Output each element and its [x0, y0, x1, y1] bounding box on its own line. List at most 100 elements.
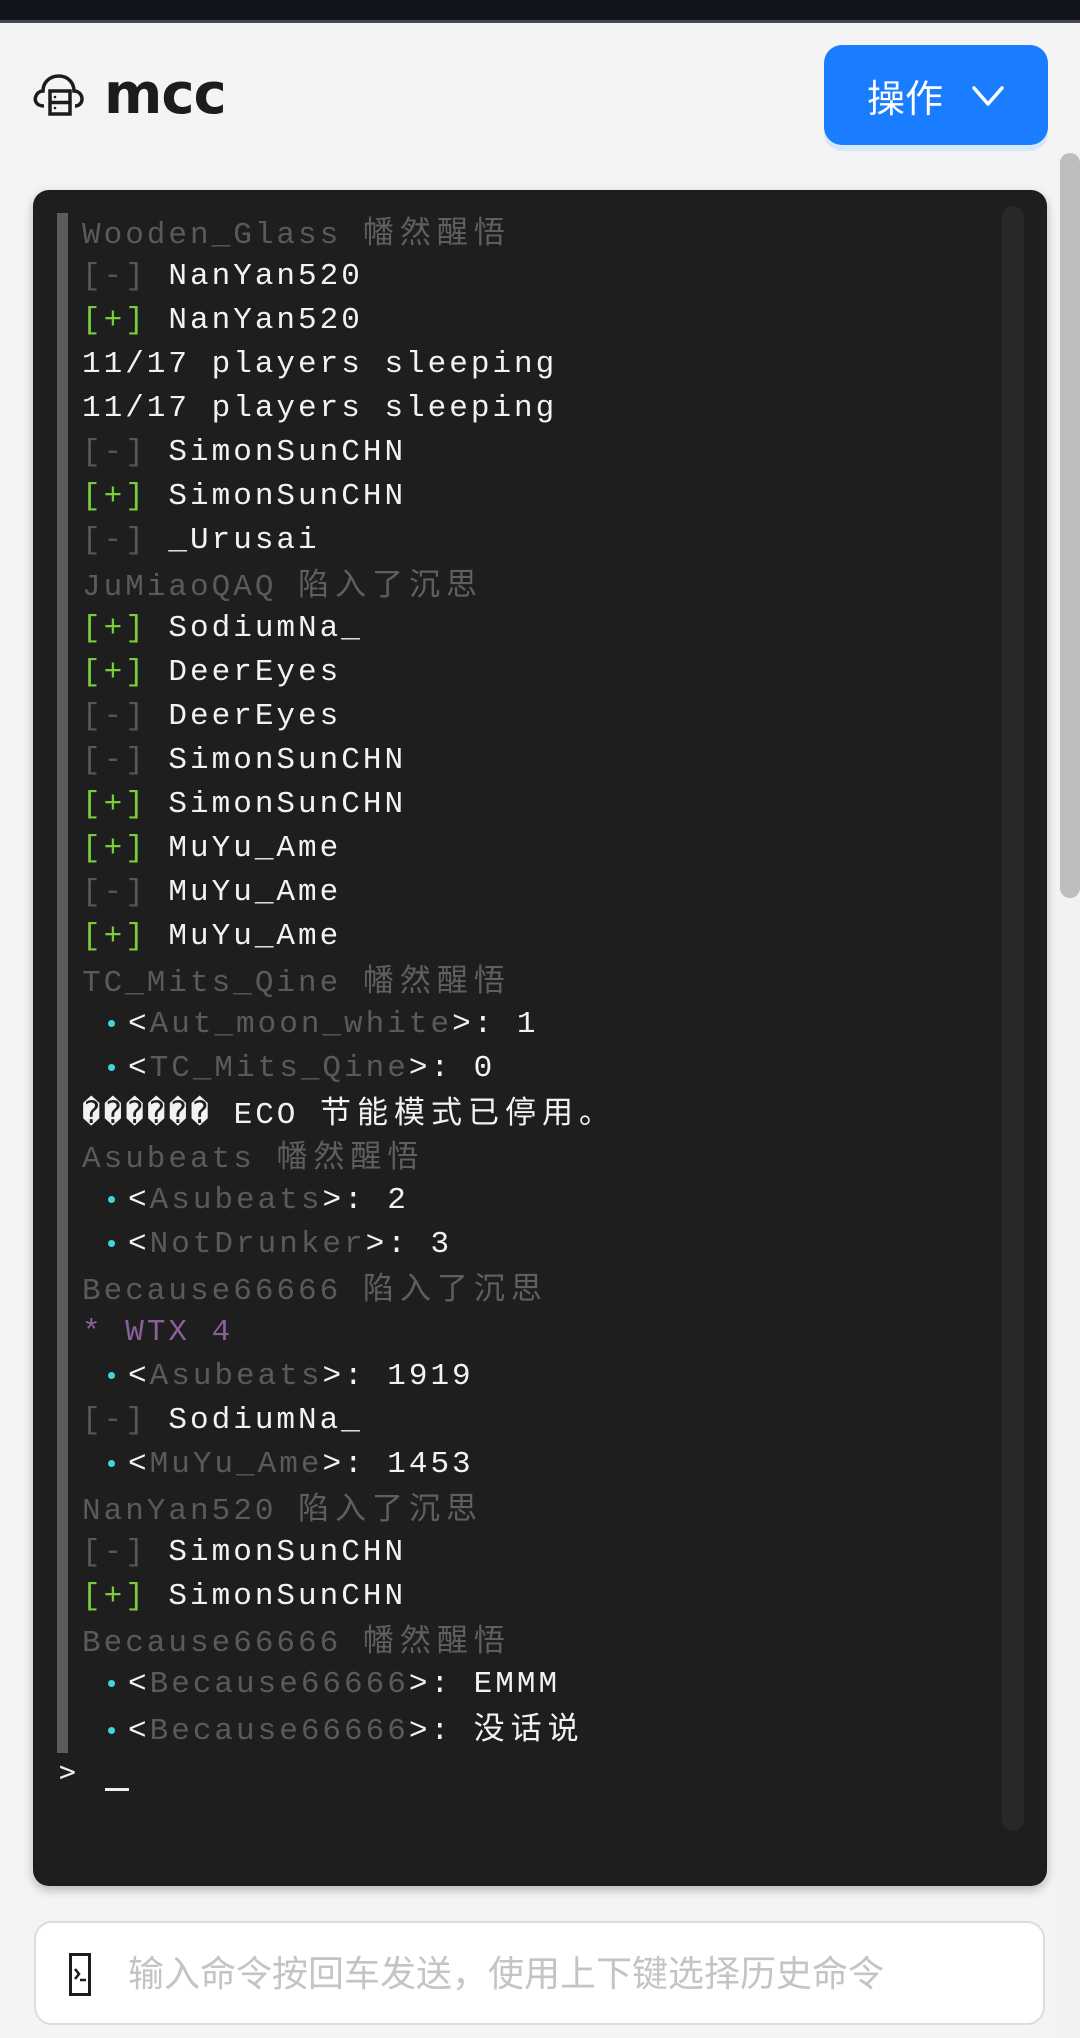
console-line: [-] SimonSunCHN: [82, 431, 982, 475]
event-player-name: Because66666: [82, 1626, 342, 1661]
chat-bracket-close: >:: [408, 1051, 474, 1086]
console-line: • <Asubeats>: 1919: [82, 1355, 982, 1399]
console-line: Because66666 幡然醒悟: [82, 1619, 982, 1663]
console-line: [+] SimonSunCHN: [82, 783, 982, 827]
console-line: [+] NanYan520: [82, 299, 982, 343]
chat-message: 1: [516, 1007, 539, 1042]
console-prompt: >: [59, 1755, 76, 1788]
player-name: NanYan520: [168, 303, 363, 338]
chat-bracket-close: >:: [322, 1359, 388, 1394]
player-name: NanYan520: [168, 259, 363, 294]
bullet-icon: •: [103, 1670, 123, 1700]
app-logo: mcc: [32, 62, 227, 127]
event-action-text: 陷入了沉思: [298, 567, 484, 603]
chat-bracket-close: >:: [408, 1667, 474, 1702]
console-line: [-] NanYan520: [82, 255, 982, 299]
chat-sender-name: TC_Mits_Qine: [149, 1051, 409, 1086]
console-line: [-] DeerEyes: [82, 695, 982, 739]
me-action-text: WTX 4: [125, 1315, 234, 1350]
bullet-icon: •: [103, 1717, 123, 1747]
event-action-text: 幡然醒悟: [362, 963, 511, 999]
player-name: SimonSunCHN: [168, 1535, 407, 1570]
console-line: [-] SodiumNa_: [82, 1399, 982, 1443]
console-line: [-] SimonSunCHN: [82, 739, 982, 783]
chat-bracket-open: <: [128, 1051, 150, 1086]
event-action-text: 幡然醒悟: [276, 1139, 425, 1175]
leave-tag: [-]: [82, 1535, 147, 1570]
chevron-down-icon: [943, 74, 1005, 117]
console-line: • <MuYu_Ame>: 1453: [82, 1443, 982, 1487]
command-input-container: [34, 1921, 1045, 2025]
chat-sender-name: Because66666: [149, 1714, 409, 1749]
leave-tag: [-]: [82, 1403, 147, 1438]
chat-bracket-open: <: [128, 1227, 150, 1262]
leave-tag: [-]: [82, 523, 147, 558]
page-scrollbar[interactable]: [1060, 153, 1080, 898]
console-line: • <NotDrunker>: 3: [82, 1223, 982, 1267]
leave-tag: [-]: [82, 743, 147, 778]
console-line: 11/17 players sleeping: [82, 387, 982, 431]
console-line: 11/17 players sleeping: [82, 343, 982, 387]
player-name: SodiumNa_: [168, 611, 363, 646]
join-tag: [+]: [82, 479, 147, 514]
chat-sender-name: Because66666: [149, 1667, 409, 1702]
join-tag: [+]: [82, 787, 147, 822]
chat-message: 0: [473, 1051, 496, 1086]
console-line: JuMiaoQAQ 陷入了沉思: [82, 563, 982, 607]
console-line: [-] _Urusai: [82, 519, 982, 563]
chat-sender-name: Aut_moon_white: [149, 1007, 453, 1042]
console-line: [+] DeerEyes: [82, 651, 982, 695]
chat-bracket-open: <: [128, 1714, 150, 1749]
log-text: 11/17 players sleeping: [82, 347, 558, 382]
cloud-server-icon: [32, 70, 88, 121]
console-scrollbar[interactable]: [1002, 206, 1024, 1831]
event-player-name: TC_Mits_Qine: [82, 966, 342, 1001]
chat-sender-name: Asubeats: [149, 1183, 323, 1218]
join-tag: [+]: [82, 655, 147, 690]
log-text: 11/17 players sleeping: [82, 391, 558, 426]
leave-tag: [-]: [82, 259, 147, 294]
chat-bracket-close: >:: [452, 1007, 517, 1042]
garbled-text: ������: [82, 1098, 212, 1133]
event-player-name: NanYan520: [82, 1494, 277, 1529]
chat-message: EMMM: [473, 1667, 561, 1702]
app-title: mcc: [104, 62, 227, 127]
operations-button-label: 操作: [866, 78, 943, 121]
chat-bracket-open: <: [128, 1183, 150, 1218]
event-action-text: 幡然醒悟: [362, 215, 511, 251]
console-line: • <TC_Mits_Qine>: 0: [82, 1047, 982, 1091]
chat-bracket-close: >:: [365, 1227, 431, 1262]
operations-dropdown-button[interactable]: 操作: [824, 45, 1048, 145]
player-name: DeerEyes: [168, 655, 342, 690]
event-player-name: Asubeats: [82, 1142, 255, 1177]
join-tag: [+]: [82, 831, 147, 866]
chat-message: 1453: [387, 1447, 474, 1482]
console-line: [+] SimonSunCHN: [82, 475, 982, 519]
join-tag: [+]: [82, 919, 147, 954]
console-lines: Wooden_Glass 幡然醒悟 [-] NanYan520 [+] NanYan…: [82, 211, 982, 1751]
log-quote-bar: [57, 213, 68, 1753]
system-status-bar: [0, 0, 1080, 23]
bullet-icon: •: [103, 1230, 123, 1260]
event-action-text: 陷入了沉思: [298, 1491, 484, 1527]
player-name: _Urusai: [168, 523, 320, 558]
chat-bracket-close: >:: [322, 1183, 388, 1218]
join-tag: [+]: [82, 1579, 147, 1614]
console-output: Wooden_Glass 幡然醒悟 [-] NanYan520 [+] NanYan…: [33, 190, 1047, 1886]
player-name: MuYu_Ame: [168, 831, 342, 866]
event-player-name: JuMiaoQAQ: [82, 570, 277, 605]
console-line: [+] SimonSunCHN: [82, 1575, 982, 1619]
system-prefix: ECO: [233, 1098, 299, 1133]
console-line: • <Because66666>: 没话说: [82, 1707, 982, 1751]
command-input[interactable]: [126, 1923, 1020, 2025]
console-line: Asubeats 幡然醒悟: [82, 1135, 982, 1179]
chat-bracket-close: >:: [322, 1447, 388, 1482]
player-name: MuYu_Ame: [168, 919, 342, 954]
chat-bracket-open: <: [128, 1447, 150, 1482]
console-line: • <Aut_moon_white>: 1: [82, 1003, 982, 1047]
bullet-icon: •: [103, 1362, 123, 1392]
player-name: MuYu_Ame: [168, 875, 342, 910]
chat-message: 1919: [387, 1359, 474, 1394]
console-line: • <Asubeats>: 2: [82, 1179, 982, 1223]
bullet-icon: •: [103, 1054, 123, 1084]
